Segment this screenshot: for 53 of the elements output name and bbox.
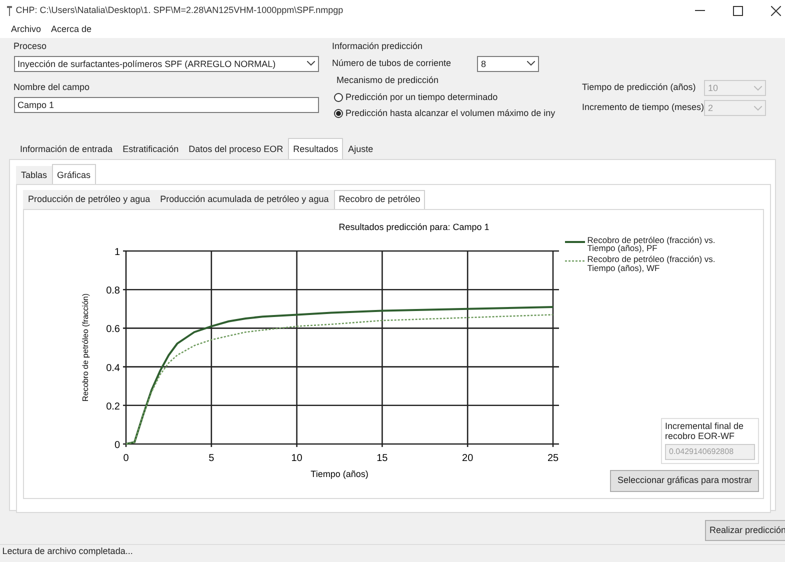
tick-label: 0.4	[106, 362, 120, 374]
minimize-icon[interactable]	[694, 10, 704, 12]
legend-label: Recobro de petróleo (fracción) vs. Tiempo (años), PF	[587, 236, 716, 254]
axis-label: Tiempo (años)	[310, 468, 368, 478]
app-icon	[4, 5, 14, 17]
chevron-icon	[754, 106, 762, 110]
tick-label: 15	[376, 452, 388, 464]
close-icon[interactable]	[770, 6, 780, 16]
field-label: Incremental final de recobro EOR-WF	[665, 422, 745, 442]
chevron-icon	[306, 61, 314, 66]
radio-label: Predicción hasta alcanzar el volumen máximo de iny	[346, 107, 556, 120]
tick-label: 0.8	[106, 285, 120, 296]
axis-label: Recobro de petróleo (fracción)	[81, 292, 90, 402]
radio-button[interactable]	[334, 92, 344, 102]
tick-label: 25	[547, 452, 559, 464]
select-charts-button[interactable]: Seleccionar gráficas para mostrar	[610, 470, 759, 492]
tick-label: 0	[114, 440, 120, 450]
tick-label: 20	[462, 452, 474, 464]
field-label: Número de tubos de corriente	[332, 57, 452, 70]
chevron-icon	[754, 86, 762, 90]
tick-label: 0	[123, 452, 129, 464]
group-label: Mecanismo de predicción	[336, 74, 440, 87]
chart-title: Resultados predicción para: Campo 1	[338, 222, 490, 232]
maximize-icon[interactable]	[732, 6, 742, 16]
tick-label: 1	[114, 246, 120, 258]
chevron-icon	[527, 61, 535, 66]
field-label: Nombre del campo	[14, 80, 91, 94]
window-title: CHP: C:\Users\Natalia\Desktop\1. SPF\M=2.28\AN125VHM-1000ppm\SPF.nmpgp	[16, 4, 344, 18]
tab[interactable]: Resultados	[288, 138, 344, 158]
run-prediction-button[interactable]: Realizar predicción	[705, 520, 785, 541]
tab[interactable]: Gráficas	[52, 164, 96, 184]
tab[interactable]: Tablas	[16, 166, 52, 184]
field-label: Proceso	[14, 40, 48, 53]
tick-label: 0.2	[106, 400, 120, 412]
legend-label: Recobro de petróleo (fracción) vs. Tiempo (años), WF	[587, 255, 716, 274]
menu-item[interactable]: Archivo	[9, 23, 50, 37]
output-field: 0.0429140692808	[665, 444, 755, 460]
field-label: Tiempo de predicción (años)	[582, 81, 697, 94]
process-dropdown[interactable]: Inyección de surfactantes-polímeros SPF (ARREGLO NORMAL)	[14, 56, 318, 72]
menu-item[interactable]: Acerca de	[49, 23, 100, 37]
radio-label: Predicción por un tiempo determinado	[346, 90, 498, 104]
tubes-dropdown[interactable]: 8	[477, 56, 539, 72]
radio-button[interactable]	[334, 109, 344, 118]
tick-label: 10	[291, 452, 302, 464]
input-field[interactable]: Campo 1	[14, 96, 318, 112]
tick-label: 5	[208, 452, 214, 464]
tab[interactable]: Recobro de petróleo	[334, 190, 426, 208]
section-label: Información predicción	[332, 40, 424, 53]
tick-label: 0.6	[106, 324, 120, 335]
status-text: Lectura de archivo completada...	[2, 546, 133, 556]
field-label: Incremento de tiempo (meses)	[582, 101, 704, 114]
tab[interactable]: Producción de petróleo y agua	[23, 190, 156, 208]
tab[interactable]: Producción acumulada de petróleo y agua	[155, 190, 334, 208]
